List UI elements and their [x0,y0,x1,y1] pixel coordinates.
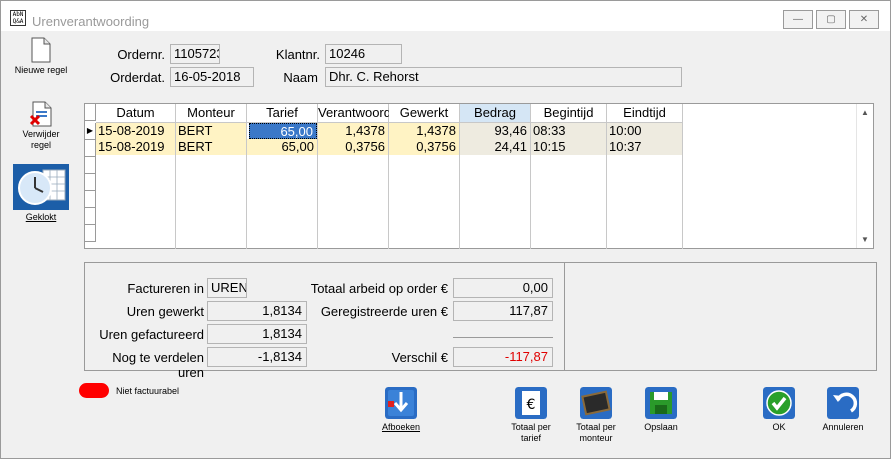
cell-gewerkt[interactable]: 1,4378 [389,123,460,139]
ok-label: OK [772,422,786,432]
cell-monteur[interactable]: BERT [176,139,247,155]
row-header[interactable] [85,191,96,208]
save-button[interactable]: Opslaan [633,387,689,433]
book-off-button[interactable]: Afboeken [373,387,429,433]
cell-datum[interactable]: 15-08-2019 [96,123,176,139]
delete-document-icon [29,101,52,127]
app-logo-icon: AbN Q&A [10,10,26,26]
cell-eindtijd[interactable]: 10:37 [607,139,683,155]
cancel-button[interactable]: Annuleren [815,387,871,433]
arrow-down-icon [385,387,417,419]
hours-to-distribute-field[interactable]: -1,8134 [207,347,307,367]
difference-label: Verschil € [391,350,448,365]
new-document-icon [31,37,51,63]
delete-row-button[interactable]: Verwijder regel [13,101,69,151]
chalkboard-icon [580,387,612,419]
ok-button[interactable]: OK [751,387,807,433]
row-header[interactable] [85,225,96,242]
name-field[interactable]: Dhr. C. Rehorst [325,67,682,87]
invoice-in-field[interactable]: UREN [207,278,247,298]
cell-verantwoord[interactable]: 1,4378 [318,123,389,139]
row-header-current[interactable]: ▶ [85,123,96,140]
delete-row-label: Verwijder regel [22,129,60,150]
cell-begintijd[interactable]: 10:15 [531,139,607,155]
cell-gewerkt[interactable]: 0,3756 [389,139,460,155]
col-header-bedrag[interactable]: Bedrag [460,104,531,123]
scroll-up-arrow-icon[interactable]: ▲ [861,108,869,117]
order-nr-label: Ordernr. [117,47,165,62]
cell-bedrag[interactable]: 24,41 [460,139,531,155]
hours-invoiced-label: Uren gefactureerd [99,327,204,342]
new-row-button[interactable]: Nieuwe regel [13,37,69,76]
order-date-label: Orderdat. [110,70,165,85]
checkmark-icon [763,387,795,419]
total-separator-line [453,337,553,338]
col-header-tarief[interactable]: Tarief [247,104,318,123]
row-header[interactable] [85,140,96,157]
undo-arrow-icon [827,387,859,419]
minimize-button[interactable]: — [783,10,813,29]
hours-grid[interactable]: Datum Monteur Tarief Verantwoord Gewerkt… [84,103,874,249]
hours-invoiced-field[interactable]: 1,8134 [207,324,307,344]
col-header-gewerkt[interactable]: Gewerkt [389,104,460,123]
save-label: Opslaan [644,422,678,432]
col-header-datum[interactable]: Datum [96,104,176,123]
col-header-begintijd[interactable]: Begintijd [531,104,607,123]
total-labor-label: Totaal arbeid op order € [310,281,448,296]
row-header[interactable] [85,157,96,174]
clocked-label: Geklokt [25,212,57,222]
new-row-label: Nieuwe regel [14,65,68,75]
not-billable-legend-swatch [79,383,109,398]
col-header-verantwoord[interactable]: Verantwoord [318,104,391,123]
order-nr-field[interactable]: 1105723 [170,44,220,64]
registered-hours-field[interactable]: 117,87 [453,301,553,321]
book-off-label: Afboeken [381,422,421,432]
cell-begintijd[interactable]: 08:33 [531,123,607,139]
total-per-mechanic-button[interactable]: Totaal per monteur [568,387,624,444]
registered-hours-label: Geregistreerde uren € [320,304,448,319]
hours-worked-label: Uren gewerkt [126,304,204,319]
cell-bedrag[interactable]: 93,46 [460,123,531,139]
difference-field[interactable]: -117,87 [453,347,553,367]
name-label: Naam [283,70,318,85]
total-per-rate-label: Totaal per tarief [511,422,551,443]
scroll-down-arrow-icon[interactable]: ▼ [861,235,869,244]
window-title: Urenverantwoording [32,14,150,29]
title-bar[interactable]: AbN Q&A Urenverantwoording — ▢ ✕ [1,1,890,31]
hours-to-distribute-label: Nog te verdelen uren [112,350,204,380]
euro-document-icon: € [515,387,547,419]
cell-verantwoord[interactable]: 0,3756 [318,139,389,155]
cell-eindtijd[interactable]: 10:00 [607,123,683,139]
floppy-disk-icon [645,387,677,419]
cell-tarief-editing[interactable]: 65,00 [249,123,317,139]
order-date-field[interactable]: 16-05-2018 [170,67,254,87]
cell-tarief[interactable]: 65,00 [247,139,318,155]
row-header[interactable] [85,208,96,225]
total-per-rate-button[interactable]: € Totaal per tarief [503,387,559,444]
clock-calendar-icon [13,164,69,210]
col-header-eindtijd[interactable]: Eindtijd [607,104,683,123]
grid-corner [85,104,96,121]
grid-scrollbar[interactable]: ▲ ▼ [856,104,873,248]
cancel-label: Annuleren [822,422,864,432]
close-button[interactable]: ✕ [849,10,879,29]
cell-monteur[interactable]: BERT [176,123,247,139]
client-nr-field[interactable]: 10246 [325,44,402,64]
cell-datum[interactable]: 15-08-2019 [96,139,176,155]
hours-worked-field[interactable]: 1,8134 [207,301,307,321]
clocked-button[interactable]: Geklokt [13,164,69,223]
col-header-monteur[interactable]: Monteur [176,104,247,123]
maximize-button[interactable]: ▢ [816,10,846,29]
summary-divider [564,262,565,371]
total-labor-field[interactable]: 0,00 [453,278,553,298]
total-per-mechanic-label: Totaal per monteur [576,422,616,443]
client-nr-label: Klantnr. [275,47,320,62]
invoice-in-label: Factureren in [127,281,204,296]
svg-text:€: € [527,397,536,413]
not-billable-legend-label: Niet factuurabel [116,386,180,396]
row-header[interactable] [85,174,96,191]
urenverantwoording-window: AbN Q&A Urenverantwoording — ▢ ✕ Nieuwe … [0,0,891,459]
